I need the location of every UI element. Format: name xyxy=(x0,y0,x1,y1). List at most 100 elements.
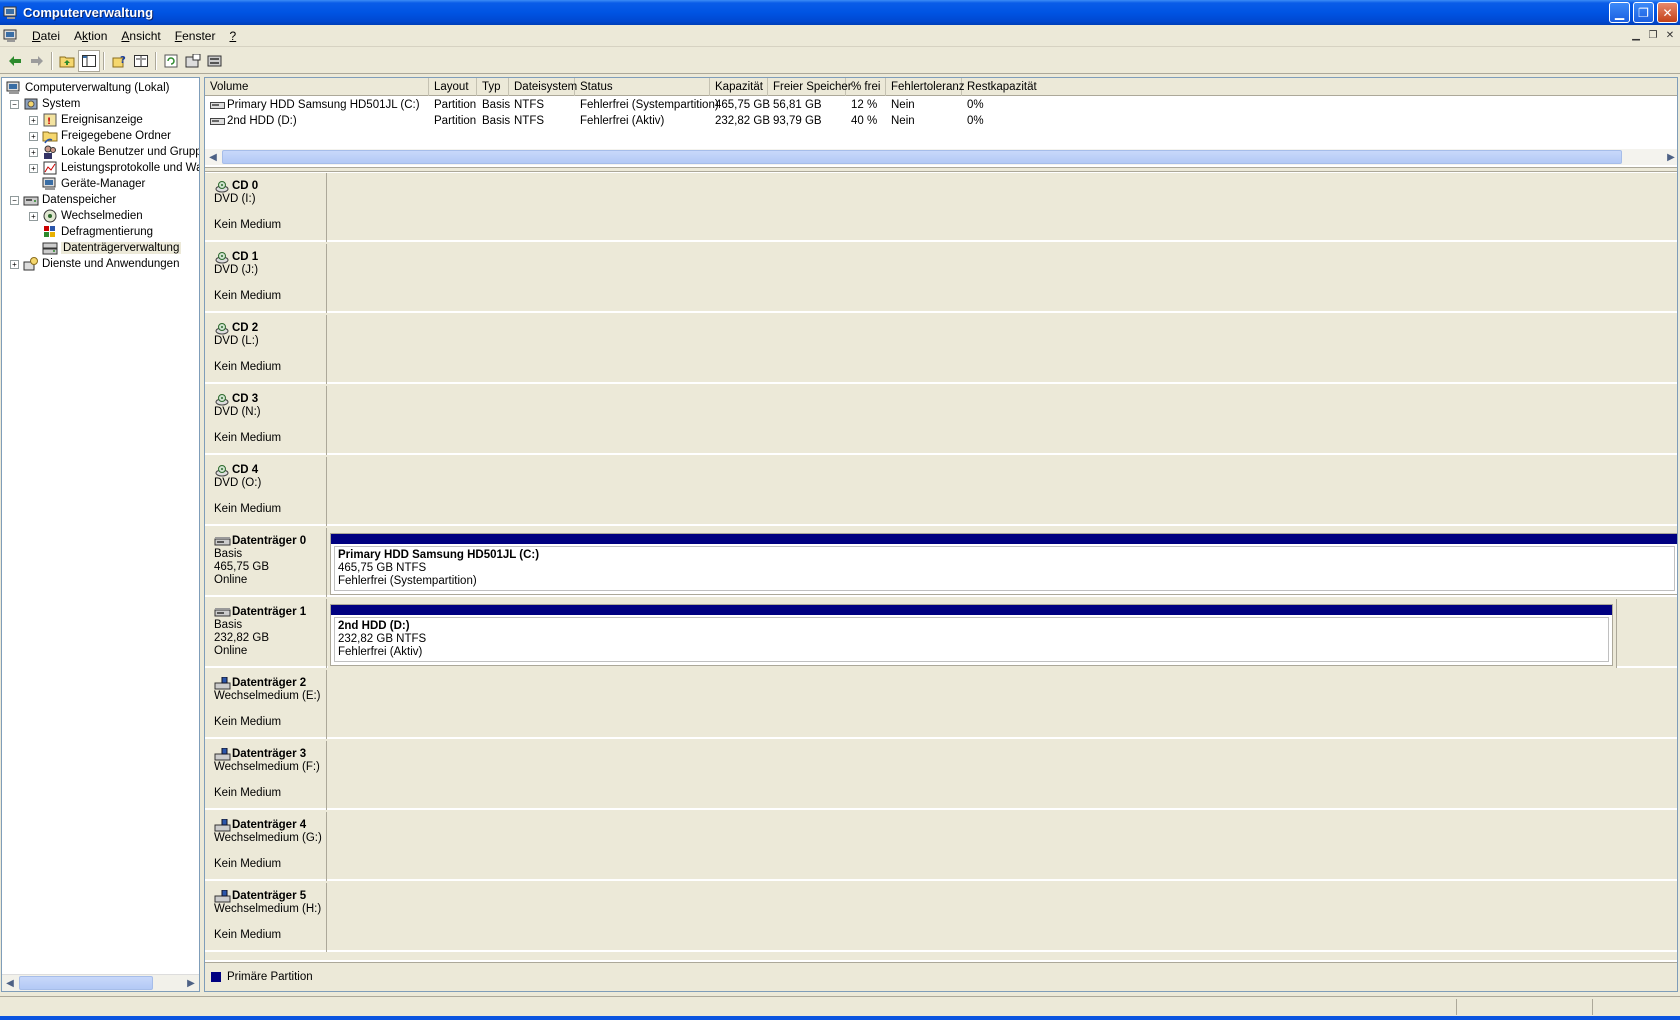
disk-label[interactable]: Datenträger 4 Wechselmedium (G:) Kein Me… xyxy=(205,812,327,881)
restore-button[interactable]: ❐ xyxy=(1633,2,1654,23)
details-pane: Volume Layout Typ Dateisystem Status Kapazitä… xyxy=(204,77,1678,992)
column-header[interactable]: Layout xyxy=(429,78,477,96)
pane-splitter[interactable] xyxy=(205,167,1677,172)
disk-label[interactable]: Datenträger 1 Basis 232,82 GB Online xyxy=(205,599,327,668)
back-arrow-icon xyxy=(9,55,21,66)
column-header[interactable]: Restkapazität xyxy=(962,78,1677,96)
tree-item-storage[interactable]: − Datenspeicher xyxy=(10,192,116,208)
disk-size xyxy=(214,206,326,219)
volume-cell: 465,75 GB xyxy=(710,97,770,113)
disk-label[interactable]: CD 0 DVD (I:) Kein Medium xyxy=(205,173,327,242)
expand-icon[interactable]: + xyxy=(29,115,38,125)
minimize-button[interactable]: ▁ xyxy=(1609,2,1630,23)
tree-item-event-viewer[interactable]: + ! Ereignisanzeige xyxy=(29,112,143,128)
tree-horizontal-scrollbar[interactable]: ◀ ▶ xyxy=(2,974,199,991)
mdi-minimize-button[interactable]: ▁ xyxy=(1628,28,1644,42)
disk-label[interactable]: Datenträger 0 Basis 465,75 GB Online xyxy=(205,528,327,597)
tree-item-performance-logs[interactable]: + Leistungsprotokolle und War xyxy=(29,160,199,176)
disk-label[interactable]: Datenträger 2 Wechselmedium (E:) Kein Me… xyxy=(205,670,327,739)
scroll-left-icon[interactable]: ◀ xyxy=(205,149,221,165)
menu-item[interactable]: ? xyxy=(222,29,243,43)
menu-item[interactable]: Ansicht xyxy=(114,29,167,43)
forward-button[interactable] xyxy=(26,50,48,72)
event-viewer-icon: ! xyxy=(43,113,57,127)
column-header[interactable]: Status xyxy=(575,78,710,96)
mdi-restore-button[interactable]: ❐ xyxy=(1645,28,1661,42)
scroll-thumb[interactable] xyxy=(222,150,1622,164)
volume-list-horizontal-scrollbar[interactable]: ◀ ▶ xyxy=(205,149,1677,165)
column-header[interactable]: Freier Speicher xyxy=(768,78,852,96)
tree-item-defragmentation[interactable]: Defragmentierung xyxy=(42,224,153,240)
expand-icon[interactable]: + xyxy=(29,163,38,173)
disk-label[interactable]: CD 2 DVD (L:) Kein Medium xyxy=(205,315,327,384)
volume-row[interactable]: 2nd HDD (D:) Partition Basis NTFS Fehlerfrei… xyxy=(205,113,1677,129)
partition-block[interactable]: Primary HDD Samsung HD501JL (C:) 465,75 … xyxy=(330,533,1677,595)
volume-row[interactable]: Primary HDD Samsung HD501JL (C:) Partitio… xyxy=(205,97,1677,113)
back-button[interactable] xyxy=(4,50,26,72)
tree-label: Freigegebene Ordner xyxy=(61,130,171,142)
tree-label: Dienste und Anwendungen xyxy=(42,258,180,270)
up-one-level-button[interactable] xyxy=(56,50,78,72)
scroll-thumb[interactable] xyxy=(19,976,153,990)
system-tools-icon xyxy=(24,98,38,110)
tree-item-device-manager[interactable]: Geräte-Manager xyxy=(42,176,145,192)
disk-row: Datenträger 4 Wechselmedium (G:) Kein Me… xyxy=(205,812,1677,881)
column-header[interactable]: % frei xyxy=(846,78,886,96)
expand-icon[interactable]: + xyxy=(10,259,19,269)
refresh-icon xyxy=(164,54,178,67)
removable-disk-icon xyxy=(214,890,231,903)
disk-management-icon xyxy=(42,242,58,255)
scroll-right-icon[interactable]: ▶ xyxy=(183,975,199,991)
refresh-button[interactable] xyxy=(160,50,182,72)
expand-icon[interactable]: + xyxy=(29,147,38,157)
show-hide-tree-button[interactable] xyxy=(78,49,100,72)
tree-item-shared-folders[interactable]: + Freigegebene Ordner xyxy=(29,128,171,144)
column-header[interactable]: Typ xyxy=(477,78,509,96)
tree-item-disk-management[interactable]: Datenträgerverwaltung xyxy=(42,240,182,256)
removable-disk-icon xyxy=(214,819,231,832)
disk-label[interactable]: Datenträger 3 Wechselmedium (F:) Kein Me… xyxy=(205,741,327,810)
expand-icon[interactable]: + xyxy=(29,131,38,141)
scroll-left-icon[interactable]: ◀ xyxy=(2,975,18,991)
disk-type: DVD (N:) xyxy=(214,406,261,418)
disk-label[interactable]: CD 1 DVD (J:) Kein Medium xyxy=(205,244,327,313)
tree-item-computer-management[interactable]: Computerverwaltung (Lokal) xyxy=(6,80,169,96)
menu-item[interactable]: Fenster xyxy=(168,29,223,43)
properties-view-button[interactable] xyxy=(130,50,152,72)
collapse-icon[interactable]: − xyxy=(10,195,19,205)
disk-row: CD 2 DVD (L:) Kein Medium xyxy=(205,315,1677,384)
volume-cell-text: 0% xyxy=(967,99,984,111)
tree-item-services[interactable]: + Dienste und Anwendungen xyxy=(10,256,179,272)
menu-item[interactable]: Datei xyxy=(25,29,67,43)
removable-storage-icon xyxy=(43,209,57,223)
disk-label[interactable]: CD 4 DVD (O:) Kein Medium xyxy=(205,457,327,526)
disk-row: Datenträger 5 Wechselmedium (H:) Kein Me… xyxy=(205,883,1677,952)
close-button[interactable]: ✕ xyxy=(1657,2,1678,23)
column-header[interactable]: Fehlertoleranz xyxy=(886,78,965,96)
cdrom-icon xyxy=(215,252,229,264)
expand-icon[interactable]: + xyxy=(29,211,38,221)
disk-label[interactable]: Datenträger 5 Wechselmedium (H:) Kein Me… xyxy=(205,883,327,952)
partition-block[interactable]: 2nd HDD (D:) 232,82 GB NTFS Fehlerfrei (… xyxy=(330,604,1613,666)
scroll-right-icon[interactable]: ▶ xyxy=(1663,149,1677,165)
column-header[interactable]: Dateisystem xyxy=(509,78,577,96)
column-header[interactable]: Kapazität xyxy=(710,78,768,96)
export-list-button[interactable] xyxy=(182,50,204,72)
help-button[interactable]: ? xyxy=(108,50,130,72)
tree-item-system[interactable]: − System xyxy=(10,96,80,112)
volume-cell: 12 % xyxy=(846,97,886,113)
volume-cell-text: Basis xyxy=(482,99,511,111)
disk-settings-button[interactable] xyxy=(204,50,226,72)
tree-item-removable-storage[interactable]: + Wechselmedien xyxy=(29,208,143,224)
mmc-system-menu-icon[interactable] xyxy=(3,28,19,44)
column-header[interactable]: Volume xyxy=(205,78,429,96)
mdi-close-button[interactable]: ✕ xyxy=(1662,28,1678,42)
minimize-icon: ▁ xyxy=(1614,5,1625,20)
collapse-icon[interactable]: − xyxy=(10,99,19,109)
disk-row: Datenträger 0 Basis 465,75 GB Online Pri… xyxy=(205,528,1677,597)
partition-color-bar xyxy=(331,534,1677,544)
volume-cell-text: 2nd HDD (D:) xyxy=(227,115,297,127)
disk-label[interactable]: CD 3 DVD (N:) Kein Medium xyxy=(205,386,327,455)
tree-item-local-users[interactable]: + Lokale Benutzer und Gruppe xyxy=(29,144,199,160)
menu-item[interactable]: Aktion xyxy=(67,29,114,43)
